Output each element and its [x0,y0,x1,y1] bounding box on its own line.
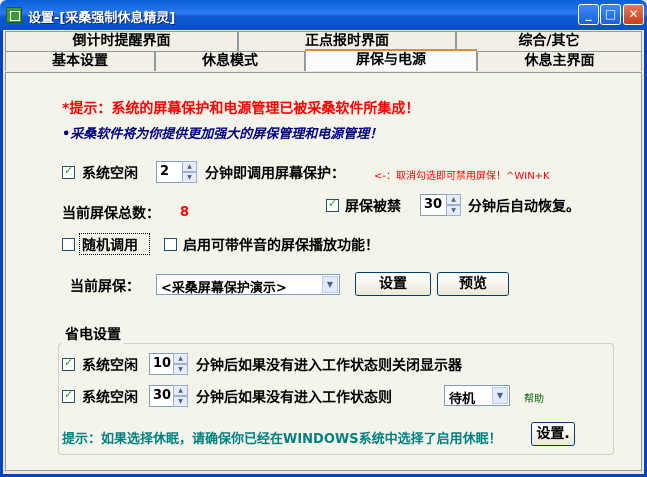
screensaver-idle-value[interactable]: 2 [156,161,182,183]
screensaver-idle-spinner[interactable]: 2 ▲ ▼ [156,161,197,183]
screensaver-idle-hint: <-：取消勾选即可禁用屏保！^WIN+K [374,171,550,182]
screensaver-settings-button[interactable]: 设置 [355,272,431,296]
spin-up-icon[interactable]: ▲ [173,353,188,364]
power-state-select[interactable]: 待机 ▼ [444,385,510,407]
power-state-spinner[interactable]: 30 ▲ ▼ [149,385,188,407]
tab-hourly[interactable]: 正点报时界面 [238,31,456,51]
tab-countdown[interactable]: 倒计时提醒界面 [5,31,238,51]
power-settings-button[interactable]: 设置. [531,422,575,446]
power-state-suffix: 分钟后如果没有进入工作状态则 [196,390,392,406]
current-screensaver-label: 当前屏保： [70,279,140,295]
chevron-down-icon[interactable]: ▼ [322,276,338,293]
screensaver-idle-checkbox[interactable] [62,164,75,179]
sound-checkbox[interactable] [164,238,177,251]
screensaver-forbidden-suffix: 分钟后自动恢复。 [468,199,580,215]
monitor-off-checkbox[interactable] [62,356,75,371]
tab-screensaver-power[interactable]: 屏保与电源 [305,49,477,71]
screensaver-preview-button[interactable]: 预览 [437,272,509,296]
tab-misc[interactable]: 综合/其它 [456,31,642,51]
spin-down-icon[interactable]: ▼ [173,396,188,407]
screensaver-count-label: 当前屏保总数： [62,206,160,222]
monitor-off-spinner[interactable]: 10 ▲ ▼ [149,353,188,375]
tab-basic[interactable]: 基本设置 [5,51,155,71]
random-checkbox[interactable] [62,238,75,251]
spin-down-icon[interactable]: ▼ [182,172,197,183]
tab-rest-main[interactable]: 休息主界面 [477,51,642,71]
power-help-link[interactable]: 帮助 [524,390,544,405]
spin-up-icon[interactable]: ▲ [446,194,461,205]
power-state-select-value: 待机 [449,392,476,407]
spin-down-icon[interactable]: ▼ [446,205,461,216]
monitor-off-value[interactable]: 10 [149,353,173,375]
app-icon [6,7,22,23]
chevron-down-icon[interactable]: ▼ [492,387,508,404]
monitor-off-label: 系统空闲 [82,358,138,374]
power-tip: 提示：如果选择休眠，请确保你已经在WINDOWS系统中选择了启用休眠！ [62,432,502,447]
random-label: 随机调用 [82,238,138,254]
title-bar[interactable]: 设置-[采桑强制休息精灵] _ □ ✕ [0,0,647,30]
screensaver-count-value: 8 [180,205,190,220]
monitor-off-suffix: 分钟后如果没有进入工作状态则关闭显示器 [196,358,462,374]
current-screensaver-value: <采桑屏幕保护演示> [161,281,287,296]
maximize-button[interactable]: □ [600,4,621,25]
spin-up-icon[interactable]: ▲ [173,385,188,396]
screensaver-forbidden-spinner[interactable]: 30 ▲ ▼ [420,194,461,216]
close-button[interactable]: ✕ [623,4,644,25]
tab-rest-mode[interactable]: 休息模式 [155,51,305,71]
screensaver-forbidden-value[interactable]: 30 [420,194,446,216]
minimize-button[interactable]: _ [578,4,599,25]
power-state-value[interactable]: 30 [149,385,173,407]
power-state-checkbox[interactable] [62,388,75,403]
screensaver-idle-suffix: 分钟即调用屏幕保护： [205,166,345,182]
power-state-label: 系统空闲 [82,390,138,406]
sound-label: 启用可带伴音的屏保播放功能！ [183,238,379,254]
window-title: 设置-[采桑强制休息精灵] [28,11,176,26]
spin-down-icon[interactable]: ▼ [173,364,188,375]
notice-line-2: •采桑软件将为你提供更加强大的屏保管理和电源管理！ [62,127,383,142]
screensaver-idle-label: 系统空闲 [82,166,138,182]
spin-up-icon[interactable]: ▲ [182,161,197,172]
screensaver-forbidden-label: 屏保被禁 [345,199,401,215]
notice-line-1: *提示：系统的屏幕保护和电源管理已被采桑软件所集成！ [62,101,420,117]
screensaver-forbidden-checkbox[interactable] [326,197,339,212]
current-screensaver-select[interactable]: <采桑屏幕保护演示> ▼ [156,274,340,296]
power-group-title: 省电设置 [62,324,124,344]
